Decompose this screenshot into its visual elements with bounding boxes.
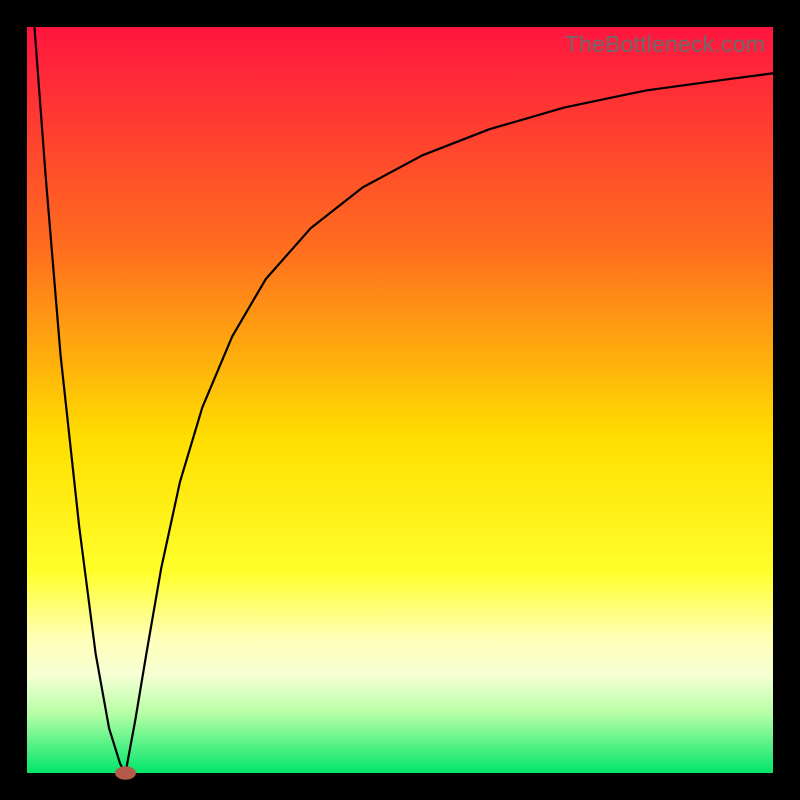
bottleneck-curve bbox=[34, 27, 773, 773]
plot-area: TheBottleneck.com bbox=[27, 27, 773, 773]
curve-layer bbox=[27, 27, 773, 773]
chart-frame: TheBottleneck.com bbox=[0, 0, 800, 800]
optimum-marker bbox=[115, 766, 136, 779]
